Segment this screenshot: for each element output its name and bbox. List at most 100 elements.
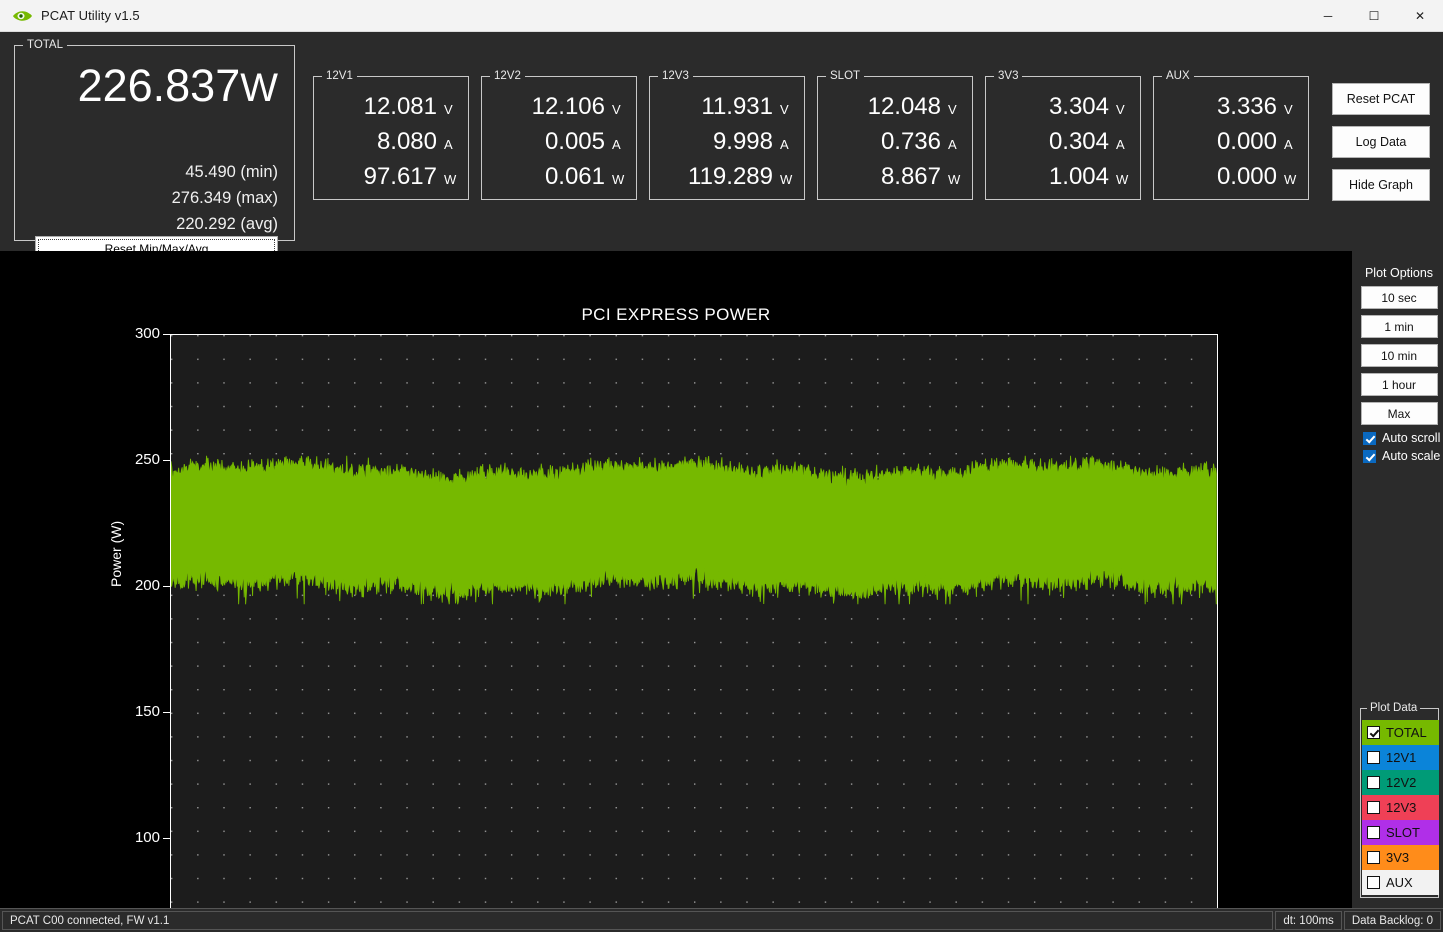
rail-voltage-value: 12.048 [867, 93, 941, 120]
legend-label: SLOT [1386, 825, 1420, 840]
rail-current-row: 9.998 A [713, 129, 794, 155]
rail-power-value: 119.289 [688, 163, 773, 190]
rail-current-row: 0.304 A [1049, 129, 1130, 155]
maximize-icon[interactable]: ☐ [1351, 0, 1397, 32]
legend-item-slot[interactable]: SLOT [1362, 820, 1439, 845]
plot-canvas[interactable] [170, 334, 1218, 932]
rail-power-value: 8.867 [880, 163, 941, 190]
rail-voltage-row: 3.304 V [1049, 94, 1130, 120]
checkbox-icon [1367, 851, 1380, 864]
rail-current-unit: A [948, 137, 957, 152]
rail-current-value: 0.736 [880, 128, 941, 155]
rail-voltage-unit: V [1116, 102, 1125, 117]
rail-voltage-row: 3.336 V [1217, 94, 1298, 120]
checkbox-icon [1367, 876, 1380, 889]
rail-power-unit: W [780, 172, 793, 187]
range-1-min-button[interactable]: 1 min [1360, 315, 1438, 338]
legend-item-aux[interactable]: AUX [1362, 870, 1439, 895]
range-10-sec-button[interactable]: 10 sec [1360, 286, 1438, 309]
checkbox-icon [1367, 801, 1380, 814]
rail-current-unit: A [1116, 137, 1125, 152]
data-backlog-status: Data Backlog: 0 [1343, 911, 1441, 930]
legend-label: TOTAL [1386, 725, 1427, 740]
rail-voltage-unit: V [1284, 102, 1293, 117]
rail-current-row: 0.000 A [1217, 129, 1298, 155]
total-power-unit: W [240, 66, 278, 110]
auto-scroll-checkbox[interactable]: Auto scroll [1363, 431, 1440, 445]
range-10-min-button[interactable]: 10 min [1360, 344, 1438, 367]
rail-power-unit: W [612, 172, 625, 187]
y-tick-label: 200 [134, 577, 160, 594]
auto-scroll-label: Auto scroll [1382, 431, 1441, 445]
legend-label: 12V3 [1386, 800, 1417, 815]
rail-group-12v1: 12V1 12.081 V 8.080 A 97.617 W [313, 69, 469, 200]
range-1-hour-button[interactable]: 1 hour [1360, 373, 1438, 396]
legend-label: 12V1 [1386, 750, 1417, 765]
rail-caption: 12V1 [322, 69, 357, 83]
rail-power-value: 0.061 [544, 163, 605, 190]
rail-power-row: 1.004 W [1049, 164, 1130, 190]
reset-pcat-button[interactable]: Reset PCAT [1332, 83, 1430, 115]
rail-group-aux: AUX 3.336 V 0.000 A 0.000 W [1153, 69, 1309, 200]
close-icon[interactable]: ✕ [1397, 0, 1443, 32]
plot-data-caption: Plot Data [1367, 701, 1421, 715]
rail-current-value: 0.000 [1216, 128, 1277, 155]
plot-data-list: TOTAL 12V1 12V2 12V3 SLOT 3V3 AUX [1362, 720, 1439, 895]
rail-power-unit: W [444, 172, 457, 187]
title-bar: PCAT Utility v1.5 ─ ☐ ✕ [0, 0, 1443, 32]
rail-power-row: 119.289 W [688, 164, 794, 190]
rail-voltage-row: 12.081 V [364, 94, 458, 120]
rail-power-row: 8.867 W [881, 164, 962, 190]
legend-item-3v3[interactable]: 3V3 [1362, 845, 1439, 870]
legend-item-12v1[interactable]: 12V1 [1362, 745, 1439, 770]
rail-caption: 12V2 [490, 69, 525, 83]
rail-power-unit: W [1116, 172, 1129, 187]
plot-title: PCI EXPRESS POWER [581, 305, 771, 324]
auto-scale-checkbox[interactable]: Auto scale [1363, 449, 1440, 463]
rail-voltage-unit: V [444, 102, 453, 117]
checkbox-icon [1367, 776, 1380, 789]
range-max-button[interactable]: Max [1360, 402, 1438, 425]
rail-voltage-unit: V [612, 102, 621, 117]
checkmark-icon [1363, 449, 1376, 463]
window-title: PCAT Utility v1.5 [41, 8, 140, 23]
total-max: 276.349 (max) [171, 189, 278, 207]
legend-label: 3V3 [1386, 850, 1410, 865]
rail-voltage-row: 11.931 V [701, 94, 794, 120]
rail-current-unit: A [444, 137, 453, 152]
legend-label: 12V2 [1386, 775, 1417, 790]
plot-options-panel: Plot Options 10 sec 1 min 10 min 1 hour … [1358, 266, 1440, 467]
rail-current-unit: A [612, 137, 621, 152]
rail-current-row: 0.005 A [545, 129, 626, 155]
rail-current-row: 8.080 A [377, 129, 458, 155]
rail-power-unit: W [948, 172, 961, 187]
log-data-button[interactable]: Log Data [1332, 126, 1430, 158]
rail-voltage-value: 3.304 [1048, 93, 1109, 120]
minimize-icon[interactable]: ─ [1305, 0, 1351, 32]
status-bar: PCAT C00 connected, FW v1.1 dt: 100ms Da… [0, 908, 1443, 932]
rail-current-value: 0.304 [1048, 128, 1109, 155]
total-group: TOTAL 226.837W 45.490 (min) 276.349 (max… [14, 38, 295, 262]
rail-caption: 12V3 [658, 69, 693, 83]
auto-scale-label: Auto scale [1382, 449, 1441, 463]
rail-voltage-value: 3.336 [1216, 93, 1277, 120]
total-avg: 220.292 (avg) [176, 215, 278, 233]
legend-item-total[interactable]: TOTAL [1362, 720, 1439, 745]
hide-graph-button[interactable]: Hide Graph [1332, 169, 1430, 201]
rail-power-row: 0.000 W [1217, 164, 1298, 190]
rail-caption: 3V3 [994, 69, 1023, 83]
rail-voltage-row: 12.048 V [868, 94, 962, 120]
nvidia-eye-icon [11, 9, 33, 23]
rail-voltage-unit: V [780, 102, 789, 117]
window-controls: ─ ☐ ✕ [1305, 0, 1443, 32]
rail-power-value: 97.617 [363, 163, 437, 190]
rail-current-unit: A [1284, 137, 1293, 152]
legend-label: AUX [1386, 875, 1413, 890]
legend-item-12v2[interactable]: 12V2 [1362, 770, 1439, 795]
rail-group-12v3: 12V3 11.931 V 9.998 A 119.289 W [649, 69, 805, 200]
rail-group-3v3: 3V3 3.304 V 0.304 A 1.004 W [985, 69, 1141, 200]
rail-current-row: 0.736 A [881, 129, 962, 155]
total-min: 45.490 (min) [185, 163, 278, 181]
legend-item-12v3[interactable]: 12V3 [1362, 795, 1439, 820]
plot-data-group: Plot Data TOTAL 12V1 12V2 12V3 SLOT 3V3 … [1360, 701, 1439, 898]
